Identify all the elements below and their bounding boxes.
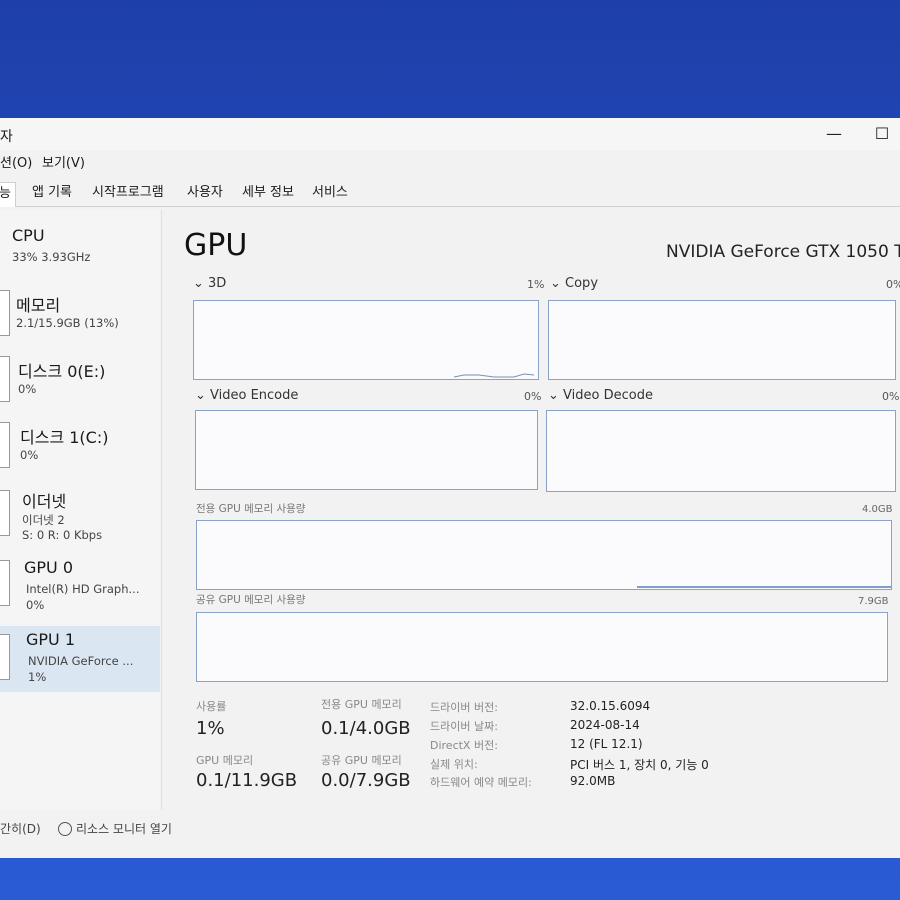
gpu-model-name: NVIDIA GeForce GTX 1050 T xyxy=(666,242,900,262)
engine-copy-label[interactable]: ⌄ Copy xyxy=(550,276,598,291)
resource-monitor-icon xyxy=(58,822,72,836)
driver-date-value: 2024-08-14 xyxy=(570,718,640,732)
fewer-details-link[interactable]: 간히(D) xyxy=(0,820,41,837)
sidebar-item-title: GPU 0 xyxy=(24,558,74,577)
disk0-thumbnail xyxy=(0,356,10,402)
sidebar-item-gpu0[interactable]: GPU 0 Intel(R) HD Graph... 0% xyxy=(0,550,160,612)
sidebar-item-title: 디스크 0(E:) xyxy=(18,362,106,381)
driver-version-value: 32.0.15.6094 xyxy=(570,699,651,713)
sidebar-item-detail: S: 0 R: 0 Kbps xyxy=(22,528,103,542)
page-title: GPU xyxy=(184,228,248,263)
reserved-memory-label: 하드웨어 예약 메모리: xyxy=(430,776,532,789)
tab-app-history[interactable]: 앱 기록 xyxy=(28,182,76,206)
engine-video-encode-percent: 0% xyxy=(524,390,542,403)
engine-3d-percent: 1% xyxy=(527,278,545,291)
sidebar-item-subtitle: 2.1/15.9GB (13%) xyxy=(16,316,119,330)
directx-version-label: DirectX 버전: xyxy=(430,739,498,752)
sidebar-item-subtitle: 33% 3.93GHz xyxy=(12,250,91,264)
dedicated-memory-graph-label: 전용 GPU 메모리 사용량 xyxy=(196,503,306,515)
engine-video-decode-percent: 0% xyxy=(882,390,900,403)
dedicated-memory-line xyxy=(637,586,891,588)
sidebar-item-subtitle: NVIDIA GeForce ... xyxy=(28,654,134,668)
menu-view[interactable]: 보기(V) xyxy=(42,152,85,171)
shared-memory-label: 공유 GPU 메모리 xyxy=(321,754,402,767)
sidebar-item-title: GPU 1 xyxy=(26,630,76,649)
window-title: 자 xyxy=(0,129,13,145)
engine-video-decode-label[interactable]: ⌄ Video Decode xyxy=(548,388,653,403)
gpu0-thumbnail xyxy=(0,560,10,606)
open-resource-monitor-link[interactable]: 리소스 모니터 열기 xyxy=(76,820,172,837)
engine-video-encode-label[interactable]: ⌄ Video Encode xyxy=(195,388,298,403)
maximize-button[interactable]: ☐ xyxy=(870,124,894,143)
tab-services[interactable]: 서비스 xyxy=(308,182,352,206)
sidebar-item-disk1[interactable]: 디스크 1(C:) 0% xyxy=(0,416,160,478)
task-manager-window: 자 — ☐ 션(O) 보기(V) 능 앱 기록 시작프로그램 사용자 세부 정보… xyxy=(0,118,900,858)
sidebar-item-detail: 1% xyxy=(28,670,47,684)
sidebar-item-title: 이더넷 xyxy=(22,492,67,511)
shared-memory-graph-max: 7.9GB xyxy=(858,596,889,607)
engine-video-decode-graph xyxy=(546,410,896,492)
dedicated-memory-graph xyxy=(196,520,892,590)
sidebar-item-title: CPU xyxy=(12,226,45,245)
utilization-value: 1% xyxy=(196,718,225,739)
minimize-button[interactable]: — xyxy=(822,124,846,143)
memory-thumbnail xyxy=(0,290,10,336)
sidebar-item-detail: 0% xyxy=(26,598,45,612)
sidebar-item-ethernet[interactable]: 이더넷 이더넷 2 S: 0 R: 0 Kbps xyxy=(0,482,160,544)
gpu-memory-value: 0.1/11.9GB xyxy=(196,770,298,791)
sidebar-item-subtitle: 0% xyxy=(18,382,37,396)
menu-options[interactable]: 션(O) xyxy=(0,152,32,171)
tab-details[interactable]: 세부 정보 xyxy=(238,182,298,206)
directx-version-value: 12 (FL 12.1) xyxy=(570,737,643,751)
title-bar: 자 — ☐ xyxy=(0,118,900,150)
sidebar-item-subtitle: 이더넷 2 xyxy=(22,513,65,527)
dedicated-memory-graph-max: 4.0GB xyxy=(862,504,893,515)
engine-3d-line xyxy=(453,373,535,378)
ethernet-thumbnail xyxy=(0,490,10,536)
engine-video-encode-graph xyxy=(195,410,538,490)
dedicated-memory-value: 0.1/4.0GB xyxy=(321,718,411,739)
sidebar-item-title: 메모리 xyxy=(16,296,61,315)
driver-version-label: 드라이버 버전: xyxy=(430,701,498,714)
shared-memory-graph-label: 공유 GPU 메모리 사용량 xyxy=(196,594,306,606)
engine-copy-percent: 0% xyxy=(886,278,900,291)
gpu1-thumbnail xyxy=(0,634,10,680)
shared-memory-value: 0.0/7.9GB xyxy=(321,770,411,791)
tab-bar: 능 앱 기록 시작프로그램 사용자 세부 정보 서비스 xyxy=(0,178,900,207)
physical-location-value: PCI 버스 1, 장치 0, 기능 0 xyxy=(570,758,709,772)
sidebar-item-disk0[interactable]: 디스크 0(E:) 0% xyxy=(0,350,160,412)
tab-performance[interactable]: 능 xyxy=(0,182,16,207)
tab-users[interactable]: 사용자 xyxy=(183,182,227,206)
reserved-memory-value: 92.0MB xyxy=(570,774,616,788)
shared-memory-graph xyxy=(196,612,888,682)
engine-copy-graph xyxy=(548,300,896,380)
sidebar-item-memory[interactable]: 메모리 2.1/15.9GB (13%) xyxy=(0,284,160,346)
resource-sidebar: CPU 33% 3.93GHz 메모리 2.1/15.9GB (13%) 디스크… xyxy=(0,210,160,810)
sidebar-item-cpu[interactable]: CPU 33% 3.93GHz xyxy=(0,220,160,282)
engine-3d-graph xyxy=(193,300,539,380)
tab-startup[interactable]: 시작프로그램 xyxy=(88,182,168,206)
sidebar-item-subtitle: Intel(R) HD Graph... xyxy=(26,582,140,596)
sidebar-item-title: 디스크 1(C:) xyxy=(20,428,109,447)
sidebar-item-gpu1[interactable]: GPU 1 NVIDIA GeForce ... 1% xyxy=(0,626,160,692)
dedicated-memory-label: 전용 GPU 메모리 xyxy=(321,698,402,711)
sidebar-divider xyxy=(161,210,162,810)
driver-date-label: 드라이버 날짜: xyxy=(430,720,498,733)
engine-3d-label[interactable]: ⌄ 3D xyxy=(193,276,226,291)
utilization-label: 사용률 xyxy=(196,700,227,713)
disk1-thumbnail xyxy=(0,422,10,468)
sidebar-item-subtitle: 0% xyxy=(20,448,39,462)
physical-location-label: 실제 위치: xyxy=(430,758,478,771)
gpu-memory-label: GPU 메모리 xyxy=(196,754,254,767)
